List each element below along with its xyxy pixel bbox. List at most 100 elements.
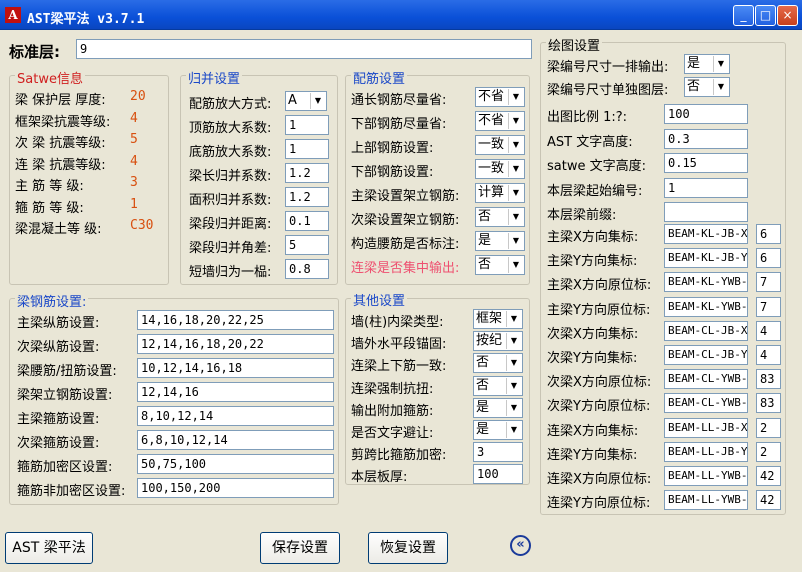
sep-layer-select[interactable]: 否 ▼ [684, 77, 730, 97]
layer-name-input[interactable]: BEAM-LL-YWB- [664, 466, 748, 486]
layer-name-input[interactable]: BEAM-LL-JB-X [664, 417, 748, 438]
beam-rebar-input[interactable]: 12,14,16,18,20,22 [137, 334, 334, 354]
layer-color-input[interactable]: 4 [756, 345, 781, 365]
layer-color-input[interactable]: 6 [756, 224, 781, 244]
layer-name-input[interactable]: BEAM-KL-YWB- [664, 296, 748, 317]
rebar-select[interactable]: 一致 ▼ [475, 159, 525, 179]
beam-rebar-input[interactable]: 50,75,100 [137, 454, 334, 474]
maximize-button[interactable]: □ [755, 5, 776, 26]
chevron-down-icon: ▼ [508, 113, 523, 129]
layer-color-input[interactable]: 6 [756, 248, 781, 269]
layer-name-input[interactable]: BEAM-CL-JB-Y [664, 345, 748, 365]
layer-color-input[interactable]: 7 [756, 296, 781, 317]
layer-name-input[interactable]: BEAM-KL-YWB- [664, 272, 748, 293]
rebar-select[interactable]: 否 ▼ [475, 255, 525, 275]
other-input[interactable]: 3 [473, 442, 523, 463]
layer-name-input[interactable]: BEAM-CL-JB-X [664, 320, 748, 341]
close-button[interactable]: × [777, 5, 798, 26]
other-select[interactable]: 框架 ▼ [473, 309, 523, 329]
minimize-button[interactable]: _ [733, 5, 754, 26]
satwe-value: 4 [130, 153, 138, 169]
beam-rebar-input[interactable]: 100,150,200 [137, 478, 334, 498]
draw-input[interactable]: 1 [664, 177, 748, 198]
layer-color-input[interactable]: 83 [756, 369, 781, 390]
back-arrow-icon[interactable]: « [510, 535, 531, 556]
beam-rebar-input[interactable]: 6,8,10,12,14 [137, 430, 334, 450]
satwe-label: 框架梁抗震等级: [15, 114, 111, 130]
chevron-down-icon: ▼ [508, 137, 523, 153]
layer-name-input[interactable]: BEAM-KL-JB-Y [664, 248, 748, 269]
layer-color-input[interactable]: 2 [756, 441, 781, 462]
one-row-label: 梁编号尺寸一排输出: [547, 60, 669, 75]
draw-label: 本层梁前缀: [547, 208, 617, 223]
layer-label: 主梁Y方向原位标: [547, 302, 651, 318]
satwe-value: 1 [130, 196, 138, 212]
chevron-down-icon: ▼ [508, 257, 523, 273]
merge-input[interactable]: 1.2 [285, 187, 329, 207]
layer-color-input[interactable]: 2 [756, 417, 781, 438]
restore-settings-button[interactable]: 恢复设置 [368, 532, 448, 564]
chevron-down-icon: ▼ [506, 333, 521, 350]
rebar-select[interactable]: 计算 ▼ [475, 183, 525, 203]
layer-color-input[interactable]: 7 [756, 272, 781, 293]
other-select[interactable]: 是 ▼ [473, 397, 523, 418]
beam-rebar-group-title: 梁钢筋设置: [15, 291, 89, 310]
beam-rebar-label: 次梁箍筋设置: [17, 436, 100, 451]
beam-rebar-input[interactable]: 14,16,18,20,22,25 [137, 310, 334, 330]
other-input[interactable]: 100 [473, 464, 523, 485]
layer-name-input[interactable]: BEAM-LL-YWB- [664, 490, 748, 511]
satwe-label: 箍 筋 等 级: [15, 200, 84, 216]
layer-label: 主梁Y方向集标: [547, 254, 638, 270]
layer-color-input[interactable]: 42 [756, 466, 781, 486]
rebar-select[interactable]: 不省 ▼ [475, 111, 525, 131]
rebar-label: 主梁设置架立钢筋: [351, 189, 460, 204]
layer-name-input[interactable]: BEAM-LL-JB-Y [664, 441, 748, 462]
satwe-group-title: Satwe信息 [15, 68, 85, 87]
beam-rebar-input[interactable]: 12,14,16 [137, 382, 334, 402]
chevron-down-icon: ▼ [713, 56, 728, 72]
draw-input[interactable] [664, 202, 748, 222]
layer-color-input[interactable]: 83 [756, 393, 781, 414]
rebar-select[interactable]: 不省 ▼ [475, 87, 525, 107]
satwe-label: 次 梁 抗震等级: [15, 136, 106, 151]
beam-rebar-label: 梁腰筋/扭筋设置: [17, 364, 117, 379]
other-select[interactable]: 否 ▼ [473, 353, 523, 374]
merge-input[interactable]: 1 [285, 139, 329, 159]
layer-name-input[interactable]: BEAM-CL-YWB- [664, 369, 748, 390]
amplify-mode-select[interactable]: A ▼ [285, 91, 327, 111]
layer-name-input[interactable]: BEAM-CL-YWB- [664, 393, 748, 414]
layer-name-input[interactable]: BEAM-KL-JB-X [664, 224, 748, 244]
other-select[interactable]: 是 ▼ [473, 420, 523, 440]
merge-input[interactable]: 0.1 [285, 211, 329, 231]
beam-rebar-input[interactable]: 10,12,14,16,18 [137, 358, 334, 378]
other-select[interactable]: 按纪 ▼ [473, 331, 523, 352]
satwe-label: 梁 保护层 厚度: [15, 93, 106, 108]
rebar-select[interactable]: 否 ▼ [475, 207, 525, 227]
draw-input[interactable]: 100 [664, 104, 748, 124]
merge-input[interactable]: 5 [285, 235, 329, 255]
chevron-down-icon: ▼ [506, 399, 521, 416]
beam-rebar-input[interactable]: 8,10,12,14 [137, 406, 334, 426]
draw-group-title: 绘图设置 [546, 35, 603, 54]
one-row-select[interactable]: 是 ▼ [684, 54, 730, 74]
chevron-down-icon: ▼ [508, 185, 523, 201]
layer-color-input[interactable]: 4 [756, 320, 781, 341]
draw-input[interactable]: 0.15 [664, 153, 748, 173]
layer-label: 次梁Y方向原位标: [547, 399, 651, 415]
layer-color-input[interactable]: 42 [756, 490, 781, 511]
save-settings-button[interactable]: 保存设置 [260, 532, 340, 564]
chevron-down-icon: ▼ [508, 209, 523, 225]
chevron-down-icon: ▼ [506, 377, 521, 394]
draw-input[interactable]: 0.3 [664, 128, 748, 149]
merge-input[interactable]: 1 [285, 115, 329, 135]
other-label: 本层板厚: [351, 470, 408, 486]
other-select[interactable]: 否 ▼ [473, 375, 523, 396]
ast-beam-button[interactable]: AST 梁平法 [5, 532, 93, 564]
std-floor-input[interactable]: 9 [76, 39, 532, 59]
rebar-select[interactable]: 一致 ▼ [475, 135, 525, 155]
rebar-select[interactable]: 是 ▼ [475, 231, 525, 251]
chevron-down-icon: ▼ [310, 93, 325, 109]
rebar-label: 通长钢筋尽量省: [351, 93, 447, 108]
merge-input[interactable]: 1.2 [285, 163, 329, 183]
merge-input[interactable]: 0.8 [285, 259, 329, 279]
